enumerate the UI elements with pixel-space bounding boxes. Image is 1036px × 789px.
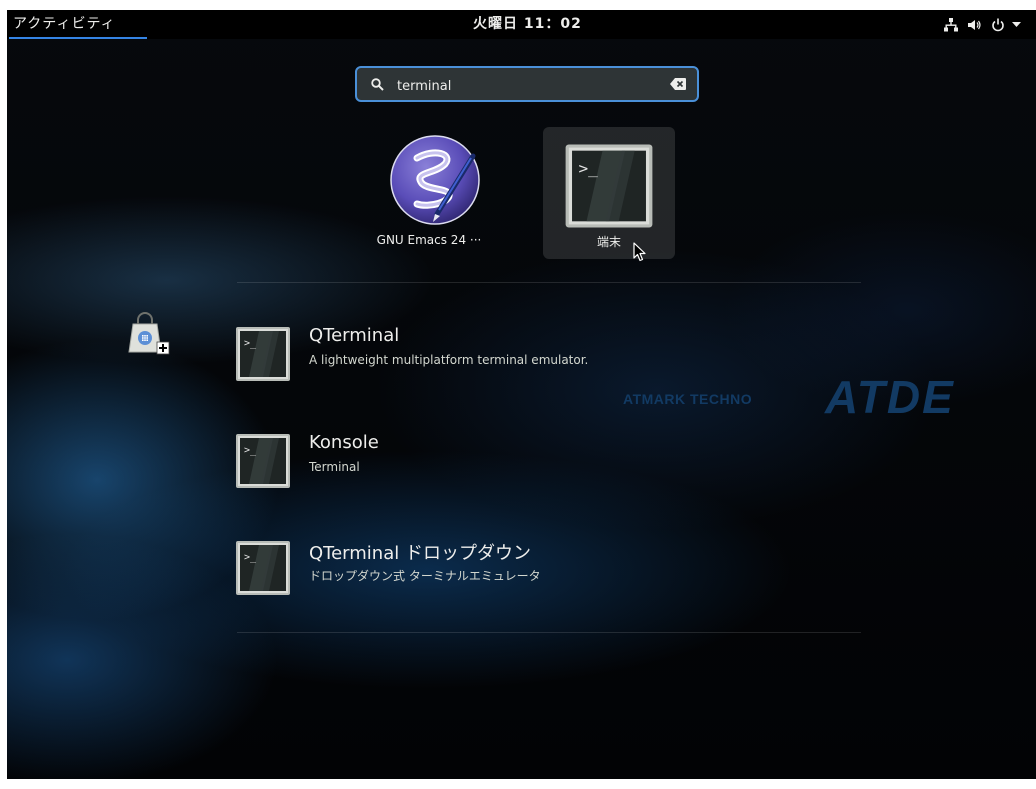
app-tile-emacs[interactable]: GNU Emacs 24 ··· [363, 127, 495, 259]
activities-indicator [9, 37, 147, 39]
search-result-qterminal-dropdown[interactable]: QTerminal ドロップダウン ドロップダウン式 ターミナルエミュレータ [235, 537, 735, 597]
search-input[interactable] [395, 74, 669, 98]
desktop-overview: アクティビティ 火曜日 11：02 terminal GNU Emacs 24 … [7, 10, 1036, 779]
app-label-terminal: 端末 [596, 235, 621, 249]
result-title: Konsole [309, 432, 379, 453]
result-title: QTerminal [309, 325, 400, 346]
activities-label: アクティビティ [13, 16, 116, 32]
power-icon[interactable] [991, 18, 1005, 32]
result-title: QTerminal ドロップダウン [309, 543, 531, 564]
app-tile-terminal[interactable]: 端末 [543, 127, 675, 259]
search-result-konsole[interactable]: Konsole Terminal [235, 430, 735, 490]
terminal-icon [235, 540, 291, 596]
search-result-qterminal[interactable]: QTerminal A lightweight multiplatform te… [235, 323, 735, 383]
result-description: Terminal [309, 460, 360, 474]
clear-icon[interactable] [670, 78, 686, 90]
terminal-icon [235, 433, 291, 489]
emacs-icon [390, 135, 480, 225]
wallpaper-company-text: ATMARK TECHNO [623, 391, 753, 407]
app-label-emacs: GNU Emacs 24 ··· [376, 233, 482, 247]
divider [237, 632, 861, 633]
wallpaper-logo-text: ATDE [825, 371, 955, 423]
terminal-icon [564, 143, 654, 229]
software-center-icon[interactable] [127, 312, 173, 358]
result-description: ドロップダウン式 ターミナルエミュレータ [309, 569, 541, 583]
mouse-cursor-icon [633, 242, 646, 262]
search-bar[interactable] [355, 66, 699, 102]
terminal-icon [235, 326, 291, 382]
chevron-down-icon[interactable] [1012, 22, 1021, 28]
divider [237, 282, 861, 283]
result-description: A lightweight multiplatform terminal emu… [309, 353, 589, 367]
activities-button[interactable]: アクティビティ [9, 10, 147, 39]
network-icon[interactable] [944, 18, 958, 32]
clock-button[interactable]: 火曜日 11：02 [473, 10, 593, 39]
volume-icon[interactable] [967, 18, 981, 32]
top-bar: アクティビティ 火曜日 11：02 [7, 10, 1036, 39]
search-icon [371, 78, 384, 91]
